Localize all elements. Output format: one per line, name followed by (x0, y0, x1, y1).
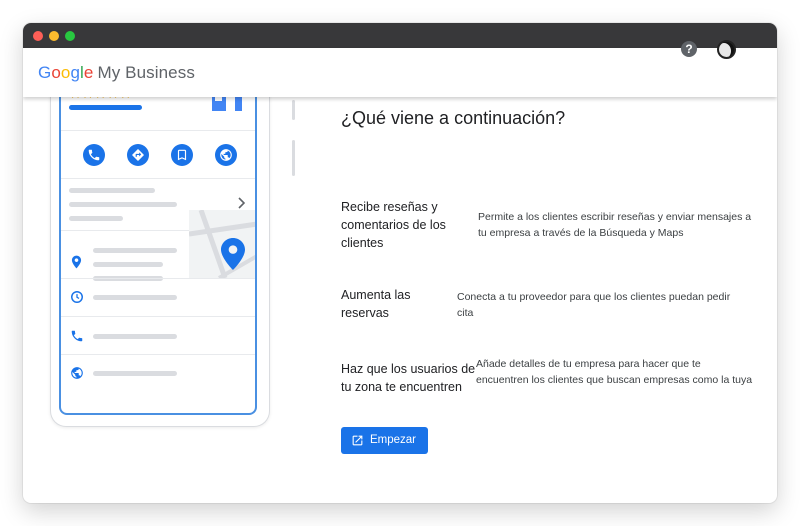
start-button-label: Empezar (370, 434, 417, 446)
divider (61, 278, 255, 279)
divider (61, 130, 255, 131)
phone-side-button (292, 140, 295, 176)
start-button[interactable]: Empezar (341, 427, 428, 454)
location-pin-icon (71, 255, 82, 269)
address-line-placeholder (93, 248, 177, 253)
phone-icon (71, 330, 83, 342)
call-action-icon (83, 144, 105, 166)
divider (61, 316, 255, 317)
phone-line-placeholder (93, 334, 177, 339)
feature-description: Añade detalles de tu empresa para hacer … (476, 358, 753, 386)
logo-google-word: Google (38, 63, 94, 82)
window-titlebar (23, 23, 777, 48)
info-line-placeholder (69, 216, 123, 221)
info-line-placeholder (69, 202, 177, 207)
website-action-icon (215, 144, 237, 166)
feature-description: Permite a los clientes escribir reseñas … (478, 211, 752, 239)
chevron-right-icon (238, 197, 245, 209)
info-line-placeholder (69, 188, 155, 193)
google-my-business-logo[interactable]: Google My Business (38, 63, 195, 83)
divider (61, 178, 255, 179)
open-in-new-icon (352, 435, 363, 446)
category-placeholder (69, 105, 142, 110)
save-action-icon (171, 144, 193, 166)
maximize-window-button[interactable] (65, 31, 75, 41)
phone-screen: ★★★★★ (59, 60, 257, 415)
logo-product-name: My Business (97, 63, 195, 82)
page-title: ¿Qué viene a continuación? (341, 108, 566, 128)
avatar[interactable] (717, 40, 736, 59)
feature-description: Conecta a tu proveedor para que los clie… (457, 291, 731, 319)
minimize-window-button[interactable] (49, 31, 59, 41)
close-window-button[interactable] (33, 31, 43, 41)
help-icon[interactable]: ? (681, 41, 697, 57)
feature-title: Aumenta las reservas (341, 288, 411, 320)
clock-icon (71, 291, 83, 303)
divider (61, 354, 255, 355)
directions-action-icon (127, 144, 149, 166)
website-line-placeholder (93, 371, 177, 376)
globe-icon (71, 367, 83, 379)
address-line-placeholder (93, 262, 163, 267)
feature-title: Haz que los usuarios de tu zona te encue… (341, 362, 476, 394)
map-thumbnail (189, 210, 255, 278)
feature-title: Recibe reseñas y comentarios de los clie… (341, 200, 446, 250)
phone-side-button (292, 100, 295, 120)
hours-line-placeholder (93, 295, 177, 300)
app-header: Google My Business (23, 48, 777, 97)
